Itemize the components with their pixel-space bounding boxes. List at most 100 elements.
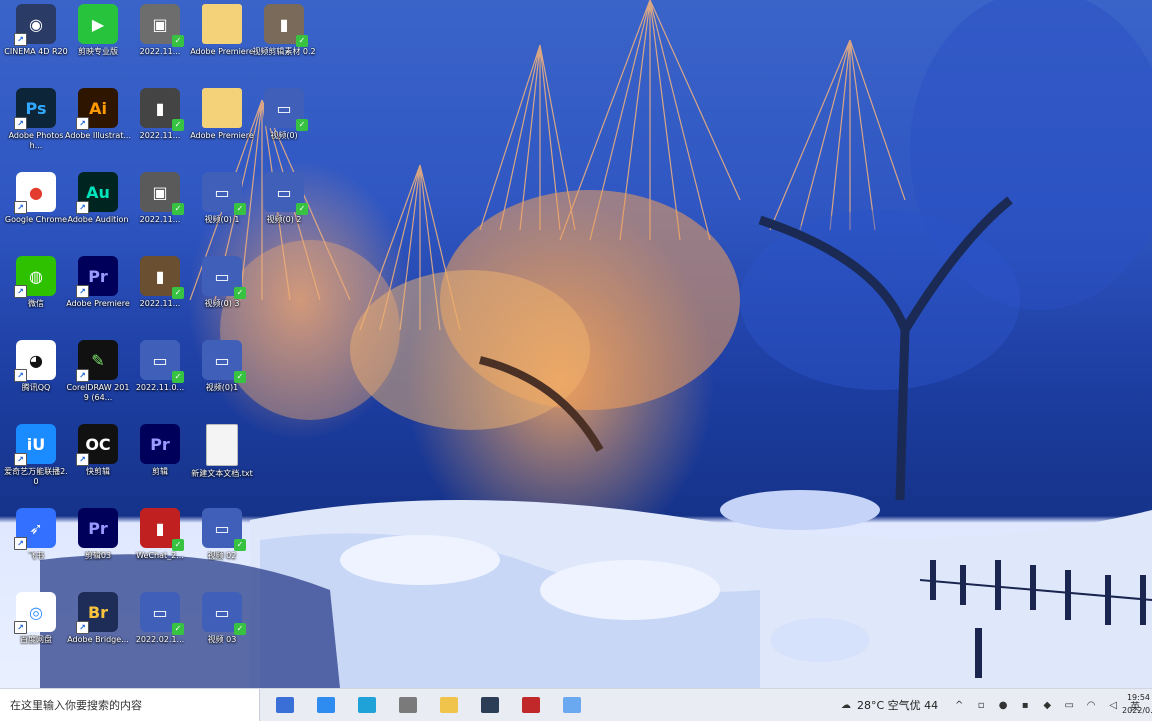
- video-file-1-label: 2022.11...: [139, 47, 181, 56]
- media-file-9-label: 视频 03: [207, 635, 237, 644]
- clock[interactable]: 19:54 2022/0...: [1122, 691, 1152, 717]
- video-file-3-label: 2022.11...: [139, 131, 181, 140]
- folder-1[interactable]: Adobe Premiere: [190, 4, 254, 84]
- sync-badge-icon: ✓: [172, 539, 184, 551]
- qq-shortcut-icon: ◕ ↗: [14, 340, 56, 382]
- clock-date: 2022/0...: [1122, 706, 1152, 715]
- taskbar-terminal-app-button[interactable]: [473, 693, 507, 717]
- photoshop-shortcut-icon: Ps ↗: [14, 88, 56, 130]
- bridge-shortcut[interactable]: Br ↗ Adobe Bridge...: [67, 592, 129, 672]
- file-explorer-icon: [317, 697, 335, 713]
- video-file-4-label: 2022.11...: [139, 215, 181, 224]
- feishu-shortcut[interactable]: ➶ ↗ 飞书: [5, 508, 67, 588]
- wechat-video-file[interactable]: ▮ ✓ WeChat_2...: [129, 508, 191, 588]
- taskbar-taskbar-app-4-button[interactable]: [391, 693, 425, 717]
- photoshop-shortcut-label: Adobe Photosh...: [8, 131, 64, 150]
- video-file-4[interactable]: ▣ ✓ 2022.11...: [129, 172, 191, 252]
- network-icon[interactable]: ◠: [1084, 698, 1098, 712]
- bridge-shortcut-label: Adobe Bridge...: [67, 635, 129, 644]
- shortcut-arrow-icon: ↗: [14, 621, 27, 634]
- premiere-project-2[interactable]: Pr 剪辑03: [67, 508, 129, 588]
- media-file-2-icon: ▭ ✓: [202, 172, 246, 215]
- shortcut-arrow-icon: ↗: [14, 201, 27, 214]
- media-file-3[interactable]: ▭ ✓ 视频(0) 2: [253, 172, 315, 252]
- taskbar-red-app-button[interactable]: [514, 693, 548, 717]
- chevron-up-icon[interactable]: ^: [952, 698, 966, 712]
- iqiyi-shortcut[interactable]: iU ↗ 爱奇艺万能联播2.0: [4, 424, 68, 504]
- coreldraw-shortcut[interactable]: ✎ ↗ CorelDRAW 2019 (64...: [67, 340, 129, 420]
- sync-badge-icon: ✓: [172, 35, 184, 47]
- coreldraw-shortcut-label: CorelDRAW 2019 (64...: [66, 383, 130, 402]
- illustrator-shortcut[interactable]: Ai ↗ Adobe Illustrat...: [65, 88, 131, 168]
- sync-badge-icon: ✓: [234, 623, 246, 635]
- premiere-project-2-icon: Pr: [78, 508, 118, 548]
- media-file-6[interactable]: ▭ ✓ 视频(0)1: [191, 340, 253, 420]
- shortcut-arrow-icon: ↗: [76, 201, 89, 214]
- media-file-8[interactable]: ▭ ✓ 2022.02.1...: [129, 592, 191, 672]
- video-file-4-icon: ▣ ✓: [140, 172, 184, 215]
- feishu-shortcut-label: 飞书: [28, 551, 44, 560]
- video-file-2[interactable]: ▮ ✓ 视频剪辑素材 0.2: [252, 4, 316, 84]
- video-app-shortcut[interactable]: ▶ 剪映专业版: [67, 4, 129, 84]
- taskbar-search-box[interactable]: 在这里输入你要搜索的内容: [0, 689, 260, 721]
- folder-2-icon: [202, 88, 242, 128]
- premiere-shortcut[interactable]: Pr ↗ Adobe Premiere: [66, 256, 130, 336]
- media-file-5[interactable]: ▭ ✓ 2022.11.0...: [129, 340, 191, 420]
- taskbar-folder-app-button[interactable]: [432, 693, 466, 717]
- media-file-7[interactable]: ▭ ✓ 视频 02: [191, 508, 253, 588]
- shortcut-arrow-icon: ↗: [76, 117, 89, 130]
- taskbar-blue-app-button[interactable]: [555, 693, 589, 717]
- tray-app-icon-3[interactable]: ◆: [1040, 698, 1054, 712]
- sync-badge-icon: ✓: [172, 203, 184, 215]
- wechat-shortcut[interactable]: ◍ ↗ 微信: [5, 256, 67, 336]
- taskbar-task-view-button[interactable]: [268, 693, 302, 717]
- document-file[interactable]: 新建文本文档.txt: [191, 424, 253, 504]
- tray-app-icon[interactable]: ▫: [974, 698, 988, 712]
- weather-icon[interactable]: ☁: [839, 698, 853, 712]
- premiere-project-1[interactable]: Pr 剪辑: [129, 424, 191, 504]
- video-file-5[interactable]: ▮ ✓ 2022.11...: [129, 256, 191, 336]
- blue-app-icon: [563, 697, 581, 713]
- sync-badge-icon: ✓: [234, 203, 246, 215]
- shortcut-arrow-icon: ↗: [14, 285, 27, 298]
- shortcut-arrow-icon: ↗: [76, 369, 89, 382]
- media-file-7-label: 视频 02: [207, 551, 237, 560]
- taskbar-file-explorer-button[interactable]: [309, 693, 343, 717]
- baidu-netdisk-shortcut-icon: ◎ ↗: [14, 592, 56, 634]
- oc-shortcut[interactable]: OC ↗ 快剪辑: [67, 424, 129, 504]
- microphone-icon[interactable]: ●: [996, 698, 1010, 712]
- media-file-1[interactable]: ▭ ✓ 视频(0): [253, 88, 315, 168]
- video-file-2-label: 视频剪辑素材 0.2: [252, 47, 316, 56]
- folder-2-label: Adobe Premiere: [190, 131, 254, 140]
- coreldraw-shortcut-icon: ✎ ↗: [76, 340, 118, 382]
- chrome-shortcut-label: Google Chrome: [4, 215, 68, 224]
- sync-badge-icon: ✓: [234, 539, 246, 551]
- media-file-2[interactable]: ▭ ✓ 视频(0) 1: [191, 172, 253, 252]
- photoshop-shortcut[interactable]: Ps ↗ Adobe Photosh...: [5, 88, 67, 168]
- taskbar-app-4-icon: [399, 697, 417, 713]
- cinema4d-shortcut[interactable]: ◉ ↗ CINEMA 4D R20: [4, 4, 68, 84]
- weather-text[interactable]: 28°C 空气优 44: [857, 697, 938, 713]
- video-file-3[interactable]: ▮ ✓ 2022.11...: [129, 88, 191, 168]
- taskbar-edge-button[interactable]: [350, 693, 384, 717]
- sync-badge-icon: ✓: [172, 371, 184, 383]
- oc-shortcut-label: 快剪辑: [86, 467, 110, 476]
- edge-icon: [358, 697, 376, 713]
- battery-icon[interactable]: ▭: [1062, 698, 1076, 712]
- video-file-1[interactable]: ▣ ✓ 2022.11...: [129, 4, 191, 84]
- oc-shortcut-icon: OC ↗: [76, 424, 118, 466]
- chrome-shortcut[interactable]: ● ↗ Google Chrome: [5, 172, 67, 252]
- tray-app-icon-2[interactable]: ▪: [1018, 698, 1032, 712]
- audition-shortcut[interactable]: Au ↗ Adobe Audition: [67, 172, 129, 252]
- media-file-4[interactable]: ▭ ✓ 视频(0) 3: [191, 256, 253, 336]
- baidu-netdisk-shortcut[interactable]: ◎ ↗ 百度网盘: [5, 592, 67, 672]
- video-app-shortcut-icon: ▶: [78, 4, 118, 44]
- volume-icon[interactable]: ◁: [1106, 698, 1120, 712]
- sync-badge-icon: ✓: [296, 35, 308, 47]
- folder-2[interactable]: Adobe Premiere: [190, 88, 254, 168]
- media-file-3-icon: ▭ ✓: [264, 172, 308, 215]
- video-file-1-icon: ▣ ✓: [140, 4, 184, 47]
- qq-shortcut[interactable]: ◕ ↗ 腾讯QQ: [5, 340, 67, 420]
- sync-badge-icon: ✓: [172, 119, 184, 131]
- media-file-9[interactable]: ▭ ✓ 视频 03: [191, 592, 253, 672]
